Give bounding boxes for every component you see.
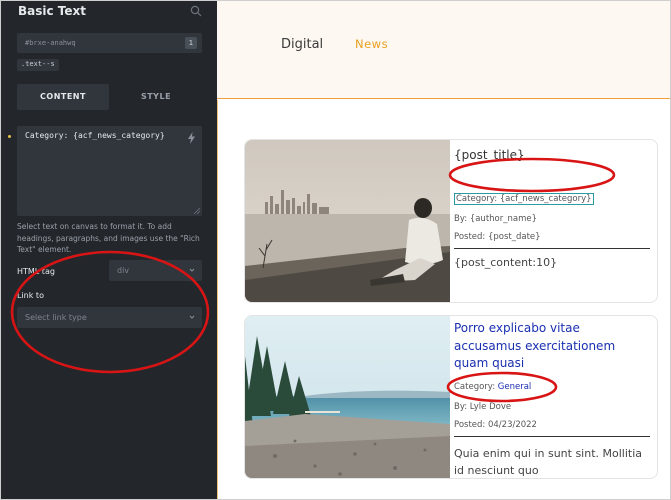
builder-panel: Basic Text #brxe-anahwq 1 .text--s CONTE… xyxy=(0,0,217,500)
post-title[interactable]: {post_title} xyxy=(454,148,525,162)
resize-handle-icon[interactable] xyxy=(194,208,200,214)
dynamic-data-icon[interactable] xyxy=(187,132,196,144)
category-label: Category: xyxy=(454,382,498,392)
post-card[interactable]: {post_title} Category: {acf_news_categor… xyxy=(244,139,658,303)
chevron-down-icon xyxy=(189,315,195,319)
html-tag-label: HTML tag xyxy=(17,267,55,276)
post-thumbnail xyxy=(245,316,450,478)
link-to-label: Link to xyxy=(17,291,44,300)
element-id-text: #brxe-anahwq xyxy=(25,39,76,47)
posts-area: {post_title} Category: {acf_news_categor… xyxy=(217,100,671,500)
edit-marker-dot xyxy=(8,135,11,138)
post-title-link[interactable]: Porro explicabo vitae accusamus exercita… xyxy=(454,320,650,373)
selected-text-element[interactable]: Category: {acf_news_category} xyxy=(454,193,594,205)
post-card-body: {post_title} Category: {acf_news_categor… xyxy=(454,140,652,302)
panel-title: Basic Text xyxy=(18,4,86,18)
post-date: Posted: 04/23/2022 xyxy=(454,420,537,430)
search-icon[interactable] xyxy=(190,5,202,17)
text-content-value: Category: {acf_news_category} xyxy=(25,131,165,140)
tab-content[interactable]: CONTENT xyxy=(17,84,109,110)
category-link[interactable]: General xyxy=(498,382,532,392)
html-tag-select[interactable]: div xyxy=(109,260,202,281)
divider xyxy=(454,248,650,249)
post-card[interactable]: Porro explicabo vitae accusamus exercita… xyxy=(244,315,658,479)
post-author: By: {author_name} xyxy=(454,214,537,224)
post-date: Posted: {post_date} xyxy=(454,232,541,242)
element-id-field[interactable]: #brxe-anahwq 1 xyxy=(17,33,202,53)
nav-item-news[interactable]: News xyxy=(355,37,388,51)
html-tag-value: div xyxy=(117,266,130,275)
post-excerpt: {post_content:10} xyxy=(454,256,558,269)
tab-style[interactable]: STYLE xyxy=(110,84,202,110)
site-header: Digital News xyxy=(217,0,671,99)
link-type-select[interactable]: Select link type xyxy=(17,307,202,328)
chevron-down-icon xyxy=(189,268,195,272)
id-badge: 1 xyxy=(185,37,197,49)
post-card-body: Porro explicabo vitae accusamus exercita… xyxy=(454,316,652,478)
post-excerpt: Quia enim qui in sunt sint. Mollitia id … xyxy=(454,447,643,477)
text-content-field[interactable]: Category: {acf_news_category} xyxy=(17,126,202,216)
panel-tabs: CONTENT STYLE xyxy=(17,84,202,110)
post-thumbnail xyxy=(245,140,450,302)
post-category: Category: General xyxy=(454,382,531,392)
link-type-placeholder: Select link type xyxy=(25,313,87,322)
preview-canvas: Digital News {post_title} Category: {acf… xyxy=(217,0,671,500)
class-chip[interactable]: .text--s xyxy=(17,59,59,71)
post-author: By: Lyle Dove xyxy=(454,402,512,412)
divider xyxy=(454,436,650,437)
nav-item-digital[interactable]: Digital xyxy=(281,37,323,52)
post-category[interactable]: Category: {acf_news_category} xyxy=(454,193,594,205)
help-text: Select text on canvas to format it. To a… xyxy=(17,222,200,254)
section-divider xyxy=(217,100,218,500)
